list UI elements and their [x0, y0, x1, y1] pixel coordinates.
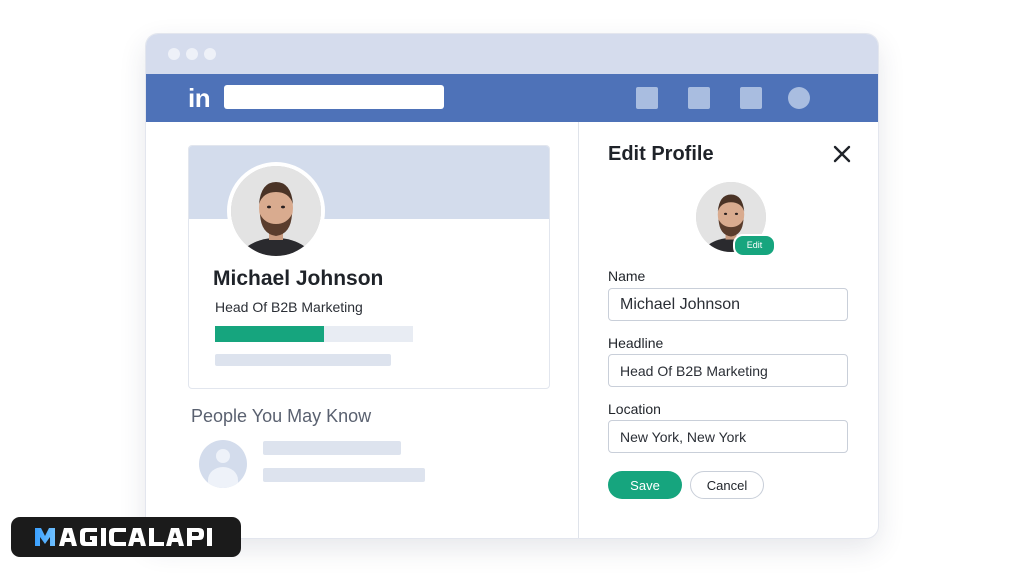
close-icon[interactable] [830, 142, 854, 166]
linkedin-logo[interactable]: in [188, 85, 211, 111]
window-dot-maximize[interactable] [204, 48, 216, 60]
profile-progress-bar [215, 326, 413, 342]
suggested-person-name-placeholder [263, 441, 401, 455]
name-field[interactable] [608, 288, 848, 321]
pane-divider [578, 122, 579, 538]
cancel-button[interactable]: Cancel [690, 471, 764, 499]
search-input[interactable] [224, 85, 444, 109]
profile-headline: Head Of B2B Marketing [215, 299, 363, 315]
suggested-person-detail-placeholder [263, 468, 425, 482]
top-navbar: in [146, 74, 878, 122]
profile-progress-fill [215, 326, 324, 342]
profile-icon[interactable] [788, 87, 810, 109]
window-dot-minimize[interactable] [186, 48, 198, 60]
save-button[interactable]: Save [608, 471, 682, 499]
edit-photo-button[interactable]: Edit [733, 234, 776, 257]
magicalapi-logo [35, 528, 212, 546]
location-field[interactable] [608, 420, 848, 453]
home-icon[interactable] [636, 87, 658, 109]
suggested-person-avatar[interactable] [199, 440, 247, 488]
network-icon[interactable] [688, 87, 710, 109]
headline-label: Headline [608, 335, 664, 351]
name-label: Name [608, 268, 646, 284]
headline-field[interactable] [608, 354, 848, 387]
profile-name: Michael Johnson [213, 267, 384, 290]
window-dot-close[interactable] [168, 48, 180, 60]
profile-photo [231, 166, 321, 256]
window-titlebar [146, 34, 878, 74]
placeholder-line [215, 354, 391, 366]
person-body-icon [208, 467, 238, 488]
edit-profile-title: Edit Profile [608, 143, 714, 165]
people-you-may-know-title: People You May Know [191, 406, 372, 426]
location-label: Location [608, 401, 661, 417]
browser-window: in Michael Johnson Head Of B2B Marketing… [146, 34, 878, 538]
profile-card: Michael Johnson Head Of B2B Marketing [188, 145, 550, 389]
magicalapi-watermark [11, 517, 241, 557]
person-head-icon [216, 449, 230, 463]
messaging-icon[interactable] [740, 87, 762, 109]
profile-avatar[interactable] [227, 162, 325, 260]
